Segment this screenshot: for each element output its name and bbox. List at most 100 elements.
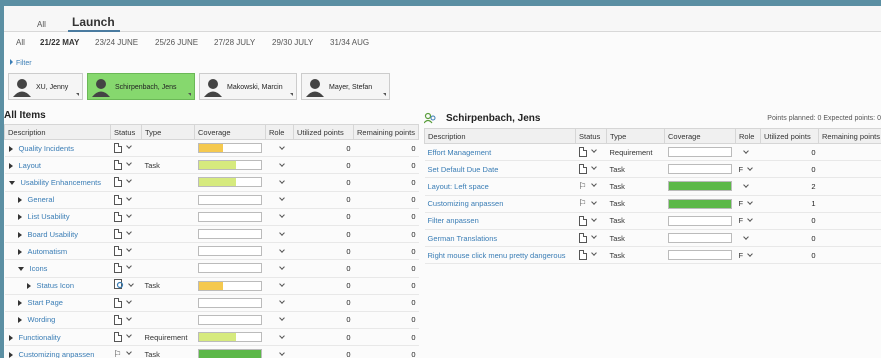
column-header[interactable]: Utilized points <box>293 124 354 140</box>
column-header[interactable]: Remaining points <box>353 124 419 140</box>
chip-menu-caret-icon[interactable] <box>188 93 191 96</box>
table-row[interactable]: Quality Incidents 0 0 <box>4 139 419 158</box>
column-header[interactable]: Coverage <box>194 124 266 140</box>
status-dropdown-icon[interactable] <box>125 229 132 235</box>
table-row[interactable]: Start Page 0 0 <box>4 294 419 312</box>
item-link[interactable]: Usability Enhancements <box>21 178 101 187</box>
item-link[interactable]: Status Icon <box>37 281 75 290</box>
status-dropdown-icon[interactable] <box>125 143 132 149</box>
tab-launch[interactable]: Launch <box>72 15 115 29</box>
person-chip[interactable]: XU, Jenny <box>8 73 83 100</box>
status-dropdown-icon[interactable] <box>590 164 597 171</box>
table-row[interactable]: Status Icon Task 0 0 <box>4 277 419 295</box>
status-document-icon[interactable] <box>113 160 122 171</box>
role-dropdown-icon[interactable] <box>279 160 285 167</box>
tab-all[interactable]: All <box>37 20 46 29</box>
item-link[interactable]: Layout <box>19 161 42 170</box>
date-tab[interactable]: 27/28 JULY <box>214 38 255 47</box>
table-row[interactable]: Set Default Due Date Task F 00 <box>424 160 881 179</box>
item-link[interactable]: Set Default Due Date <box>428 165 499 174</box>
status-dropdown-icon[interactable] <box>125 263 132 270</box>
role-dropdown-icon[interactable] <box>279 229 285 236</box>
status-dropdown-icon[interactable] <box>125 246 132 253</box>
item-link[interactable]: Icons <box>30 264 48 273</box>
role-dropdown-icon[interactable] <box>742 182 749 188</box>
status-dropdown-icon[interactable] <box>590 233 597 239</box>
item-link[interactable]: Wording <box>28 315 56 324</box>
status-document-icon[interactable] <box>113 246 122 257</box>
table-row[interactable]: Customizing anpassen ⚐ Task F 12 <box>424 195 881 213</box>
expand-icon[interactable] <box>17 300 22 307</box>
status-document-icon[interactable] <box>578 147 587 158</box>
table-row[interactable]: Right mouse click menu pretty dangerous T… <box>424 246 881 265</box>
person-chip[interactable]: Mayer, Stefan <box>301 73 390 100</box>
status-document-icon[interactable] <box>113 297 122 308</box>
column-header[interactable]: Coverage <box>664 128 736 144</box>
table-row[interactable]: Board Usability 0 0 <box>4 225 419 244</box>
role-dropdown-icon[interactable] <box>742 147 749 154</box>
status-document-icon[interactable] <box>578 233 587 244</box>
table-row[interactable]: List Usability 0 0 <box>4 208 419 226</box>
item-link[interactable]: Customizing anpassen <box>19 350 95 358</box>
role-dropdown-icon[interactable] <box>279 281 285 287</box>
status-document-icon[interactable] <box>578 215 587 226</box>
status-dropdown-icon[interactable] <box>125 212 132 218</box>
status-document-icon[interactable] <box>113 211 122 222</box>
collapse-icon[interactable] <box>17 266 24 271</box>
status-document-icon[interactable] <box>578 250 587 261</box>
role-dropdown-icon[interactable] <box>279 350 285 356</box>
status-dropdown-icon[interactable] <box>125 332 132 338</box>
role-dropdown-icon[interactable] <box>279 298 285 305</box>
chip-menu-caret-icon[interactable] <box>290 93 293 96</box>
expand-icon[interactable] <box>8 162 13 169</box>
column-header[interactable]: Remaining points <box>818 128 881 144</box>
status-dropdown-icon[interactable] <box>590 216 597 222</box>
expand-icon[interactable] <box>8 334 13 341</box>
status-flag-icon[interactable]: ⚐ <box>114 349 122 358</box>
expand-icon[interactable] <box>17 317 22 324</box>
table-row[interactable]: Automatism 0 0 <box>4 242 419 261</box>
table-row[interactable]: German Translations Task 00 <box>424 229 881 248</box>
item-link[interactable]: Filter anpassen <box>428 216 479 225</box>
column-header[interactable]: Status <box>575 128 607 144</box>
expand-icon[interactable] <box>17 197 22 204</box>
status-document-icon[interactable] <box>113 194 122 205</box>
table-row[interactable]: Functionality Requirement 0 0 <box>4 328 419 347</box>
table-row[interactable]: Filter anpassen Task F 00 <box>424 212 881 230</box>
item-link[interactable]: List Usability <box>28 212 70 221</box>
column-header[interactable]: Type <box>141 124 195 140</box>
status-dropdown-icon[interactable] <box>590 147 597 153</box>
status-dropdown-icon[interactable] <box>127 280 134 287</box>
column-header[interactable]: Description <box>4 124 111 140</box>
status-document-icon[interactable] <box>578 164 587 175</box>
status-dropdown-icon[interactable] <box>590 250 597 257</box>
expand-icon[interactable] <box>8 145 13 152</box>
role-dropdown-icon[interactable] <box>747 199 753 206</box>
item-link[interactable]: Quality Incidents <box>19 144 74 153</box>
person-chip[interactable]: Makowski, Marcin <box>199 73 297 100</box>
collapse-icon[interactable] <box>8 180 15 185</box>
table-row[interactable]: Customizing anpassen ⚐ Task 0 0 <box>4 345 419 358</box>
status-dropdown-icon[interactable] <box>125 297 132 304</box>
chip-menu-caret-icon[interactable] <box>76 93 79 96</box>
role-dropdown-icon[interactable] <box>279 143 285 150</box>
status-document-icon[interactable] <box>113 263 122 274</box>
item-link[interactable]: Start Page <box>28 298 63 307</box>
role-dropdown-icon[interactable] <box>747 164 753 171</box>
item-link[interactable]: German Translations <box>428 234 498 243</box>
table-row[interactable]: General 0 0 <box>4 191 419 209</box>
date-tab[interactable]: 29/30 JULY <box>272 38 313 47</box>
status-flag-icon[interactable]: ⚐ <box>579 181 587 192</box>
column-header[interactable]: Utilized points <box>760 128 819 144</box>
item-link[interactable]: Functionality <box>19 333 61 342</box>
status-dropdown-icon[interactable] <box>125 177 132 184</box>
item-link[interactable]: Customizing anpassen <box>428 199 504 208</box>
status-search-icon[interactable] <box>113 279 124 292</box>
item-link[interactable]: Layout: Left space <box>428 182 489 191</box>
role-dropdown-icon[interactable] <box>279 264 285 270</box>
status-document-icon[interactable] <box>113 143 122 154</box>
item-link[interactable]: Board Usability <box>28 230 78 239</box>
table-row[interactable]: Usability Enhancements 0 0 <box>4 173 419 192</box>
role-dropdown-icon[interactable] <box>747 250 753 257</box>
role-dropdown-icon[interactable] <box>742 233 749 240</box>
